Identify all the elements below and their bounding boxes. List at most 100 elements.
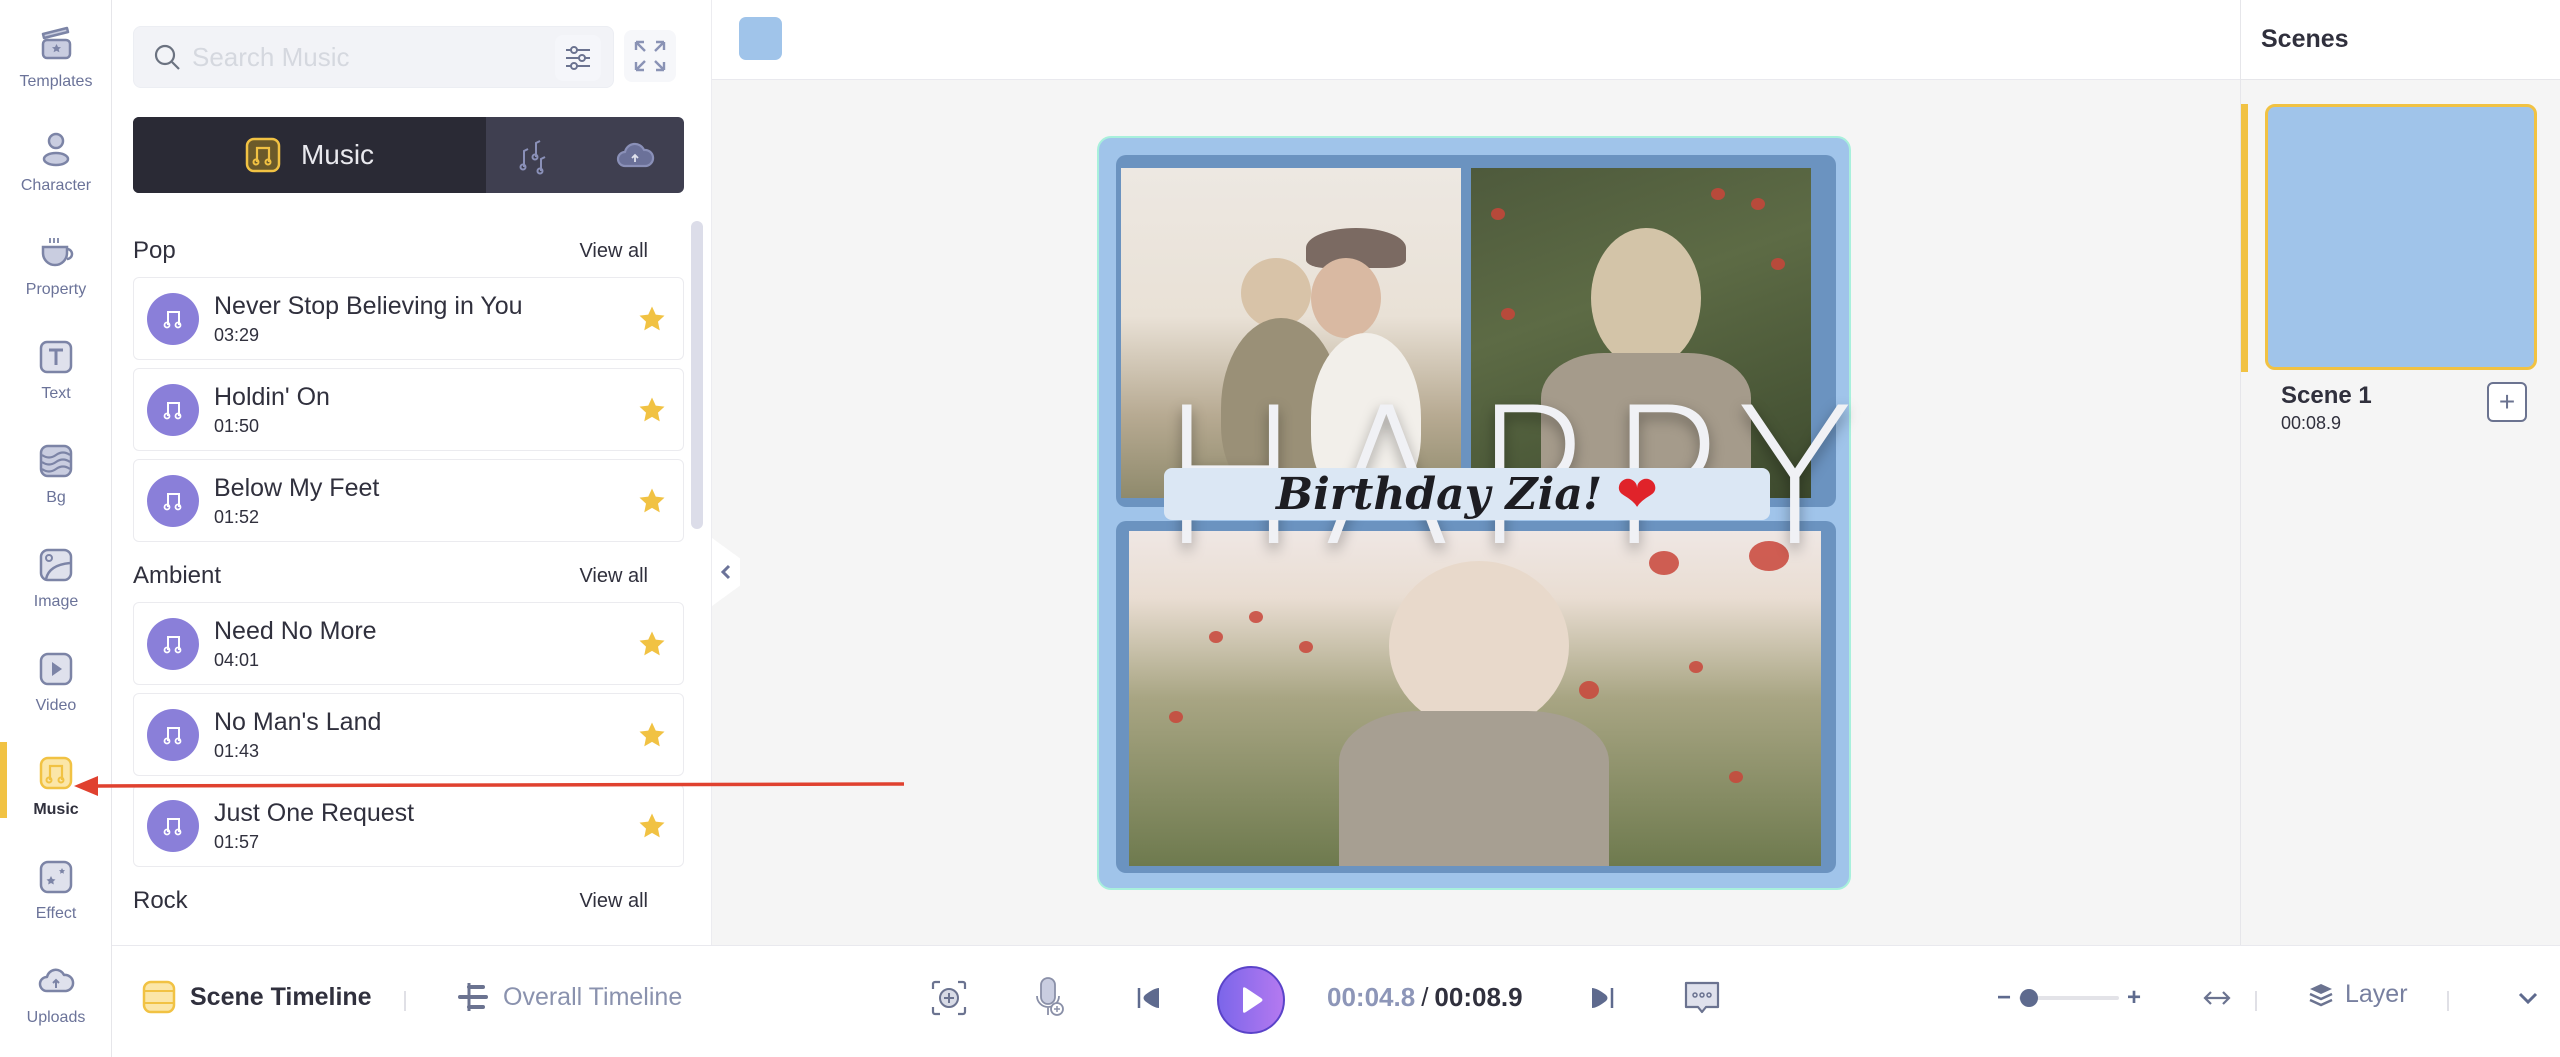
collapse-panel-handle[interactable] [712, 538, 740, 606]
expand-button[interactable] [624, 30, 676, 82]
layer-label: Layer [2345, 980, 2408, 1008]
track-title: Below My Feet [214, 474, 380, 502]
music-note-icon [245, 137, 281, 173]
record-voice-button[interactable] [1027, 976, 1071, 1020]
text-t-icon [36, 337, 76, 377]
nav-label: Effect [35, 905, 77, 922]
track-duration: 01:50 [214, 416, 260, 436]
section-title: Ambient [133, 562, 222, 589]
subtitles-button[interactable] [1680, 976, 1724, 1020]
scenes-header: Scenes [2241, 0, 2560, 80]
track-item[interactable]: Holdin' On 01:50 [133, 368, 684, 451]
track-item[interactable]: Need No More 04:01 [133, 602, 684, 685]
skip-forward-button[interactable] [1580, 976, 1624, 1020]
focus-add-icon [931, 980, 967, 1016]
music-note-icon [36, 753, 76, 793]
star-icon[interactable] [637, 395, 667, 425]
track-item[interactable]: Never Stop Believing in You 03:29 [133, 277, 684, 360]
tab-music[interactable]: Music [133, 117, 486, 193]
tab-sound-effects[interactable] [486, 117, 585, 193]
scene-selected-indicator [2241, 104, 2248, 372]
star-icon[interactable] [637, 486, 667, 516]
tab-uploads[interactable] [585, 117, 684, 193]
video-canvas[interactable]: HAPPY Birthday Zia! ❤ [1097, 136, 1853, 890]
music-note-icon [147, 617, 199, 670]
zoom-knob[interactable] [2020, 989, 2038, 1007]
fit-width-button[interactable] [2195, 976, 2239, 1020]
total-time: 00:08.9 [1434, 982, 1523, 1012]
track-item[interactable]: Below My Feet 01:52 [133, 459, 684, 542]
app-root: Templates Character Property Text Bg Ima… [0, 0, 2560, 1057]
section-header-ambient: Ambient View all [133, 550, 684, 602]
scene-timeline-button[interactable]: Scene Timeline [142, 980, 372, 1014]
track-item[interactable]: Just One Request 01:57 [133, 784, 684, 867]
music-note-icon [147, 292, 199, 345]
nav-item-image[interactable]: Image [0, 526, 112, 630]
view-all-link[interactable]: View all [579, 565, 648, 588]
track-title: Just One Request [214, 799, 415, 827]
track-duration: 01:43 [214, 741, 260, 761]
track-duration: 03:29 [214, 325, 260, 345]
play-button[interactable] [1217, 966, 1285, 1034]
divider [2255, 991, 2257, 1011]
expand-arrows-icon [634, 40, 666, 72]
music-note-icon [147, 708, 199, 761]
nav-label: Character [20, 177, 92, 194]
view-all-link[interactable]: View all [579, 890, 648, 913]
scene-timeline-label: Scene Timeline [190, 982, 372, 1011]
sparkle-effect-icon [36, 857, 76, 897]
tab-label: Music [300, 139, 375, 170]
camera-zoom-button[interactable] [927, 976, 971, 1020]
nav-item-bg[interactable]: Bg [0, 422, 112, 526]
nav-item-video[interactable]: Video [0, 630, 112, 734]
banner-text: Birthday Zia! [1275, 468, 1603, 520]
music-library-panel: Music Pop View all Never Stop Believing … [112, 0, 712, 945]
nav-item-templates[interactable]: Templates [0, 6, 112, 110]
filter-button[interactable] [555, 35, 601, 81]
nav-item-property[interactable]: Property [0, 214, 112, 318]
add-scene-button[interactable]: + [2487, 382, 2527, 422]
skip-back-button[interactable] [1127, 976, 1171, 1020]
microphone-add-icon [1036, 977, 1064, 1016]
chevron-left-icon [720, 564, 731, 580]
speech-bubble-icon [1684, 981, 1720, 1014]
zoom-out-button[interactable]: − [1997, 984, 2011, 1012]
coffee-cup-icon [36, 233, 76, 273]
layer-button[interactable]: Layer [2307, 980, 2408, 1009]
overall-timeline-button[interactable]: Overall Timeline [457, 980, 682, 1014]
star-icon[interactable] [637, 720, 667, 750]
skip-back-icon [1137, 988, 1159, 1008]
section-title: Rock [133, 887, 188, 914]
nav-item-music[interactable]: Music [0, 734, 112, 838]
scene-name: Scene 1 [2281, 382, 2372, 409]
section-title: Pop [133, 237, 176, 264]
timeline-zoom-slider[interactable]: − + [1997, 984, 2147, 1012]
collapse-timeline-button[interactable] [2506, 976, 2550, 1020]
music-note-icon [147, 799, 199, 852]
search-input[interactable] [192, 41, 532, 73]
nav-item-effect[interactable]: Effect [0, 838, 112, 942]
birthday-banner[interactable]: Birthday Zia! ❤ [1164, 468, 1770, 520]
overall-timeline-label: Overall Timeline [503, 982, 683, 1011]
track-item[interactable]: No Man's Land 01:43 [133, 693, 684, 776]
timeline-bar: Scene Timeline Overall Timeline 00:04.8/… [112, 945, 2560, 1057]
nav-label: Bg [46, 489, 66, 506]
background-color-swatch[interactable] [739, 17, 782, 60]
track-duration: 04:01 [214, 650, 260, 670]
scene-thumbnail[interactable] [2265, 104, 2537, 370]
music-note-icon [147, 383, 199, 436]
chevron-down-icon [2518, 992, 2538, 1005]
view-all-link[interactable]: View all [579, 240, 648, 263]
skip-forward-icon [1592, 988, 1614, 1008]
time-separator: / [1421, 982, 1429, 1012]
star-icon[interactable] [637, 304, 667, 334]
nav-item-character[interactable]: Character [0, 110, 112, 214]
section-header-pop: Pop View all [133, 225, 684, 277]
zoom-in-button[interactable]: + [2127, 984, 2141, 1012]
star-icon[interactable] [637, 811, 667, 841]
image-icon [36, 545, 76, 585]
star-icon[interactable] [637, 629, 667, 659]
nav-item-uploads[interactable]: Uploads [0, 942, 112, 1046]
nav-item-text[interactable]: Text [0, 318, 112, 422]
library-scrollbar[interactable] [691, 221, 703, 529]
